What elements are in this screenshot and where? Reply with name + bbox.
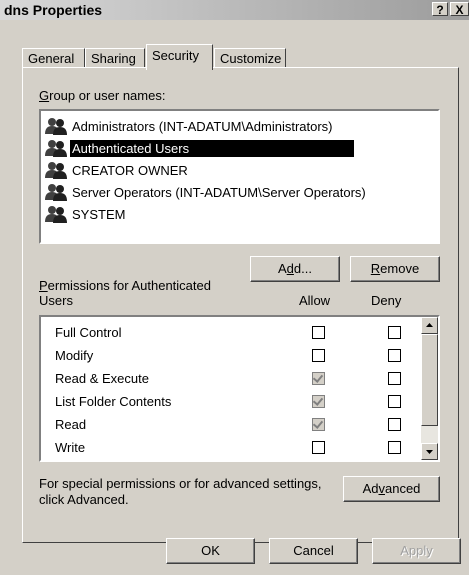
remove-button[interactable]: Remove <box>350 256 440 282</box>
user-group-icon <box>45 206 67 223</box>
permission-label: Write <box>55 440 86 455</box>
user-name: Server Operators (INT-ADATUM\Server Oper… <box>72 184 366 200</box>
user-name: Authenticated Users <box>70 139 354 157</box>
user-group-icon <box>45 140 67 157</box>
permissions-label-text: ermissions for Authenticated <box>47 278 211 293</box>
user-name: Administrators (INT-ADATUM\Administrator… <box>72 118 333 134</box>
deny-checkbox[interactable] <box>388 395 401 408</box>
close-button[interactable]: X <box>450 2 469 17</box>
list-item[interactable]: CREATOR OWNER <box>45 159 190 181</box>
user-group-icon <box>45 162 67 179</box>
allow-checkbox[interactable] <box>312 372 325 385</box>
window-title: dns Properties <box>4 2 103 18</box>
permissions-list: Full Control Modify Read & Execute List … <box>39 315 440 462</box>
allow-checkbox[interactable] <box>312 441 325 454</box>
tab-customize[interactable]: Customize <box>214 48 286 68</box>
deny-checkbox[interactable] <box>388 349 401 362</box>
title-bar[interactable]: dns Properties ? X <box>0 0 469 20</box>
cancel-button[interactable]: Cancel <box>269 538 358 564</box>
permission-row: Read <box>41 417 421 437</box>
permission-label: Full Control <box>55 325 122 340</box>
add-button[interactable]: Add... <box>250 256 340 282</box>
groups-label-text: roup or user names: <box>49 88 166 103</box>
allow-header: Allow <box>299 293 331 308</box>
apply-button[interactable]: Apply <box>372 538 461 564</box>
arrow-up-icon <box>426 323 433 327</box>
help-button[interactable]: ? <box>432 2 448 17</box>
permission-label: List Folder Contents <box>55 394 172 409</box>
advanced-hint-line1: For special permissions or for advanced … <box>39 476 322 491</box>
permission-row: List Folder Contents <box>41 394 421 414</box>
tab-sharing[interactable]: Sharing <box>85 48 145 68</box>
permissions-label-line2: Users <box>39 293 73 308</box>
permission-row: Read & Execute <box>41 371 421 391</box>
advanced-hint-line2: click Advanced. <box>39 492 129 507</box>
allow-checkbox[interactable] <box>312 395 325 408</box>
deny-checkbox[interactable] <box>388 372 401 385</box>
permission-label: Read & Execute <box>55 371 149 386</box>
add-button-label: Add... <box>278 261 312 276</box>
permissions-label-line1: Permissions for Authenticated <box>39 278 211 293</box>
permission-row: Full Control <box>41 325 421 345</box>
remove-button-label: Remove <box>370 261 420 276</box>
deny-checkbox[interactable] <box>388 326 401 339</box>
list-item[interactable]: Server Operators (INT-ADATUM\Server Oper… <box>45 181 368 203</box>
deny-checkbox[interactable] <box>388 418 401 431</box>
user-group-icon <box>45 184 67 201</box>
scroll-down-button[interactable] <box>421 443 438 460</box>
user-name: SYSTEM <box>72 206 126 222</box>
scroll-thumb[interactable] <box>421 334 438 426</box>
security-tab-panel: Group or user names: Administrators (INT… <box>22 67 459 543</box>
advanced-button[interactable]: Advanced <box>343 476 440 502</box>
group-list[interactable]: Administrators (INT-ADATUM\Administrator… <box>39 109 440 244</box>
deny-header: Deny <box>371 293 402 308</box>
list-item[interactable]: SYSTEM <box>45 203 127 225</box>
permissions-scrollbar[interactable] <box>421 317 438 460</box>
properties-dialog: dns Properties ? X General Sharing Secur… <box>0 0 469 575</box>
list-item[interactable]: Authenticated Users <box>45 137 354 159</box>
ok-button[interactable]: OK <box>166 538 255 564</box>
allow-checkbox[interactable] <box>312 349 325 362</box>
ok-label: OK <box>201 543 220 558</box>
deny-checkbox[interactable] <box>388 441 401 454</box>
tab-security[interactable]: Security <box>146 44 213 70</box>
allow-checkbox[interactable] <box>312 326 325 339</box>
arrow-down-icon <box>426 450 433 454</box>
tab-general[interactable]: General <box>22 48 85 68</box>
advanced-button-label: Advanced <box>362 481 421 496</box>
list-item[interactable]: Administrators (INT-ADATUM\Administrator… <box>45 115 335 137</box>
permission-row: Modify <box>41 348 421 368</box>
cancel-label: Cancel <box>293 543 334 558</box>
allow-checkbox[interactable] <box>312 418 325 431</box>
permission-label: Read <box>55 417 87 432</box>
permission-label: Modify <box>55 348 94 363</box>
scroll-up-button[interactable] <box>421 317 438 334</box>
apply-label: Apply <box>400 543 433 558</box>
groups-label: Group or user names: <box>39 88 166 103</box>
user-group-icon <box>45 118 67 135</box>
user-name: CREATOR OWNER <box>72 162 188 178</box>
permission-row: Write <box>41 440 421 460</box>
